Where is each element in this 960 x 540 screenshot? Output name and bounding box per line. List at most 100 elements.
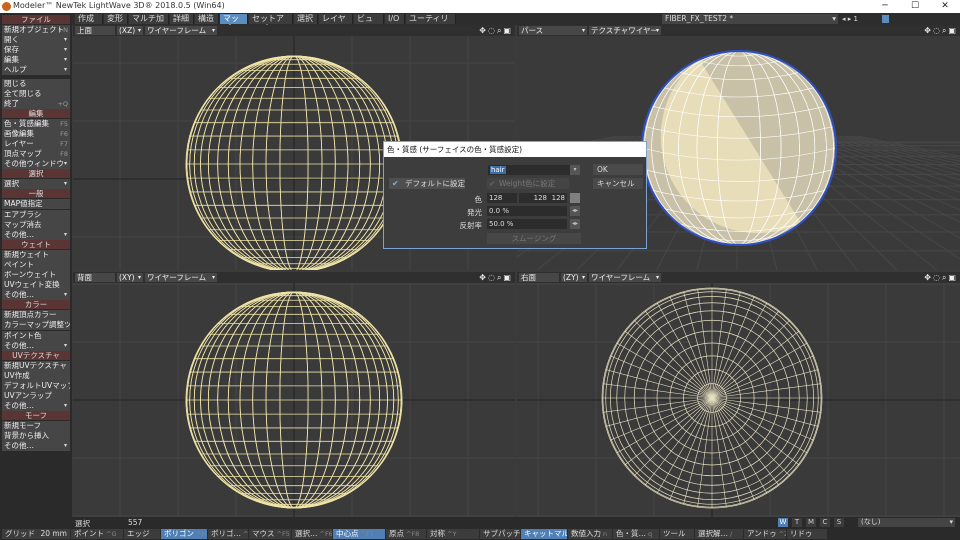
bottom-button-7[interactable]: 中心点 ^F7 [333,529,385,539]
tab-9[interactable]: ビュー [354,14,384,33]
tab-4[interactable]: 構造 [195,14,219,24]
bottom-button-8[interactable]: 原点 ^F8 [386,529,426,539]
bottom-button-13[interactable]: 色・質… q [613,529,659,539]
render-mode-selector[interactable]: ワイヤーフレーム ▾ [145,273,217,282]
maximize-button[interactable]: ☐ [900,0,930,13]
tab-1[interactable]: 変形 [104,14,128,24]
view-selector[interactable]: 背面 [75,273,115,282]
viewport-nav-icons[interactable]: ✥◌⌕▣ [924,26,958,36]
viewport-nav-icons[interactable]: ✥◌⌕▣ [479,273,513,283]
toolbar-item[interactable]: ボーンウェイト [2,270,70,280]
scene-selector[interactable]: FIBER_FX_TEST2 * ▾ [662,14,838,24]
vmap-mode-t[interactable]: T [792,518,802,527]
toolbar-item[interactable]: マップ消去 [2,219,70,230]
tab-6[interactable]: セットアップ [249,14,293,33]
bottom-button-0[interactable]: グリッド 20 mm [2,529,70,539]
luminosity-field[interactable]: 0.0 % [487,206,567,216]
toolbar-item[interactable]: 頂点マップ F8 [2,149,70,160]
toolbar-item[interactable]: UV作成 [2,370,70,381]
axis-selector[interactable]: (XZ) ▾ [117,26,143,35]
bottom-button-2[interactable]: エッジ [124,529,160,539]
toolbar-item[interactable]: その他… ▾ [2,441,70,452]
toolbar-item[interactable]: その他… ▾ [2,401,70,412]
bottom-button-5[interactable]: マウス ^F5 [249,529,291,539]
render-mode-selector[interactable]: ワイヤーフレーム ▾ [145,26,217,35]
bottom-button-15[interactable]: 選択解… / [695,529,743,539]
tab-10[interactable]: I/O [385,14,405,24]
minimize-button[interactable]: ─ [870,0,900,13]
toolbar-item[interactable]: エアブラシ [2,209,70,220]
surface-name-field[interactable]: hair [488,165,570,175]
toolbar-item[interactable]: ペイント [2,259,70,270]
render-mode-selector[interactable]: テクスチャワイヤー ▾ [589,26,661,35]
toolbar-item[interactable]: UVアンラップ [2,391,70,401]
vmap-selector[interactable]: (なし) ▾ [858,518,955,527]
name-dropdown-button[interactable]: ▾ [570,165,580,175]
cancel-button[interactable]: キャンセル [593,178,643,189]
tab-7[interactable]: 選択 [294,14,318,24]
layer-1-toggle[interactable] [882,15,889,23]
view-selector[interactable]: パース ▾ [519,26,587,35]
bottom-button-10[interactable]: サブパッチ [480,529,520,539]
color-r-field[interactable]: 128 [487,193,517,203]
layer-controls[interactable]: ◂ ▸ 1 [842,14,880,24]
toolbar-item[interactable]: 新規頂点カラー [2,310,70,321]
toolbar-item[interactable]: 新規UVテクスチャ [2,360,70,371]
color-g-field[interactable]: 128 [519,193,549,203]
render-mode-selector[interactable]: ワイヤーフレーム ▾ [589,273,661,282]
toolbar-item[interactable]: 新規モーフ [2,421,70,432]
toolbar-item[interactable]: MAP値指定 [2,199,70,210]
viewport-nav-icons[interactable]: ✥◌⌕▣ [479,26,513,36]
tab-5[interactable]: マップ [220,14,248,33]
reflectivity-field[interactable]: 50.0 % [487,219,567,229]
tab-2[interactable]: マルチ加工 [129,14,169,33]
tab-0[interactable]: 作成 [75,14,103,24]
toolbar-item[interactable]: その他… ▾ [2,229,70,240]
view-selector[interactable]: 上面 [75,26,115,35]
bottom-button-14[interactable]: ツール [660,529,694,539]
bottom-button-11[interactable]: キャットマル [521,529,567,539]
toolbar-item[interactable]: その他ウィンドウ ▾ [2,159,70,170]
bottom-button-9[interactable]: 対称 ^Y [427,529,479,539]
axis-selector[interactable]: (ZY) ▾ [561,273,587,282]
bottom-button-4[interactable]: ポリゴ…^J [208,529,248,539]
viewport-right[interactable]: 右面 (ZY) ▾ ワイヤーフレーム ▾ ✥◌⌕▣ [517,272,960,517]
tab-8[interactable]: レイヤー [319,14,353,33]
bottom-button-16[interactable]: アンドゥ^Z [744,529,786,539]
toolbar-item[interactable]: 画像編集 F6 [2,128,70,139]
toolbar-item[interactable]: 編集 ▾ [2,55,70,66]
toolbar-item[interactable]: 全て閉じる [2,88,70,99]
toolbar-item[interactable]: カラーマップ調整ツール [2,320,70,331]
vmap-mode-c[interactable]: C [820,518,830,527]
vmap-mode-s[interactable]: S [834,518,844,527]
bottom-button-12[interactable]: 数値入力 n [568,529,612,539]
toolbar-item[interactable]: 新規ウェイト [2,249,70,260]
ok-button[interactable]: OK [593,164,643,175]
smoothing-button[interactable]: スムージング [487,233,581,244]
bottom-button-1[interactable]: ポイント ^G [71,529,123,539]
toolbar-item[interactable]: 開く ▾ [2,35,70,46]
weight-color-toggle[interactable]: ✔ Weight色に設定 [487,178,569,189]
luminosity-envelope-button[interactable]: ◂▸ [570,206,580,216]
axis-selector[interactable]: (XY) ▾ [117,273,143,282]
color-swatch[interactable] [570,193,580,203]
vmap-mode-m[interactable]: M [806,518,816,527]
toolbar-item[interactable]: デフォルトUVマップ設定 [2,380,70,391]
toolbar-item[interactable]: ヘルプ ▾ [2,65,70,76]
bottom-button-6[interactable]: 選択… ^F6 [292,529,332,539]
bottom-button-17[interactable]: リドゥ [787,529,827,539]
toolbar-item[interactable]: レイヤー F7 [2,139,70,149]
toolbar-item[interactable]: ポイント色 [2,330,70,341]
tab-11[interactable]: ユーティリティ [406,14,456,33]
toolbar-item[interactable]: 終了 +Q [2,98,70,109]
toolbar-item[interactable]: 保存 ▾ [2,45,70,56]
viewport-nav-icons[interactable]: ✥◌⌕▣ [924,273,958,283]
close-button[interactable]: ✕ [930,0,960,13]
view-selector[interactable]: 右面 [519,273,559,282]
tab-3[interactable]: 詳細 [170,14,194,24]
reflectivity-envelope-button[interactable]: ◂▸ [570,219,580,229]
color-b-field[interactable]: 128 [549,193,567,203]
toolbar-item[interactable]: 色・質感編集 F5 [2,118,70,129]
toolbar-item[interactable]: 閉じる [2,78,70,89]
toolbar-item[interactable]: その他… ▾ [2,290,70,301]
